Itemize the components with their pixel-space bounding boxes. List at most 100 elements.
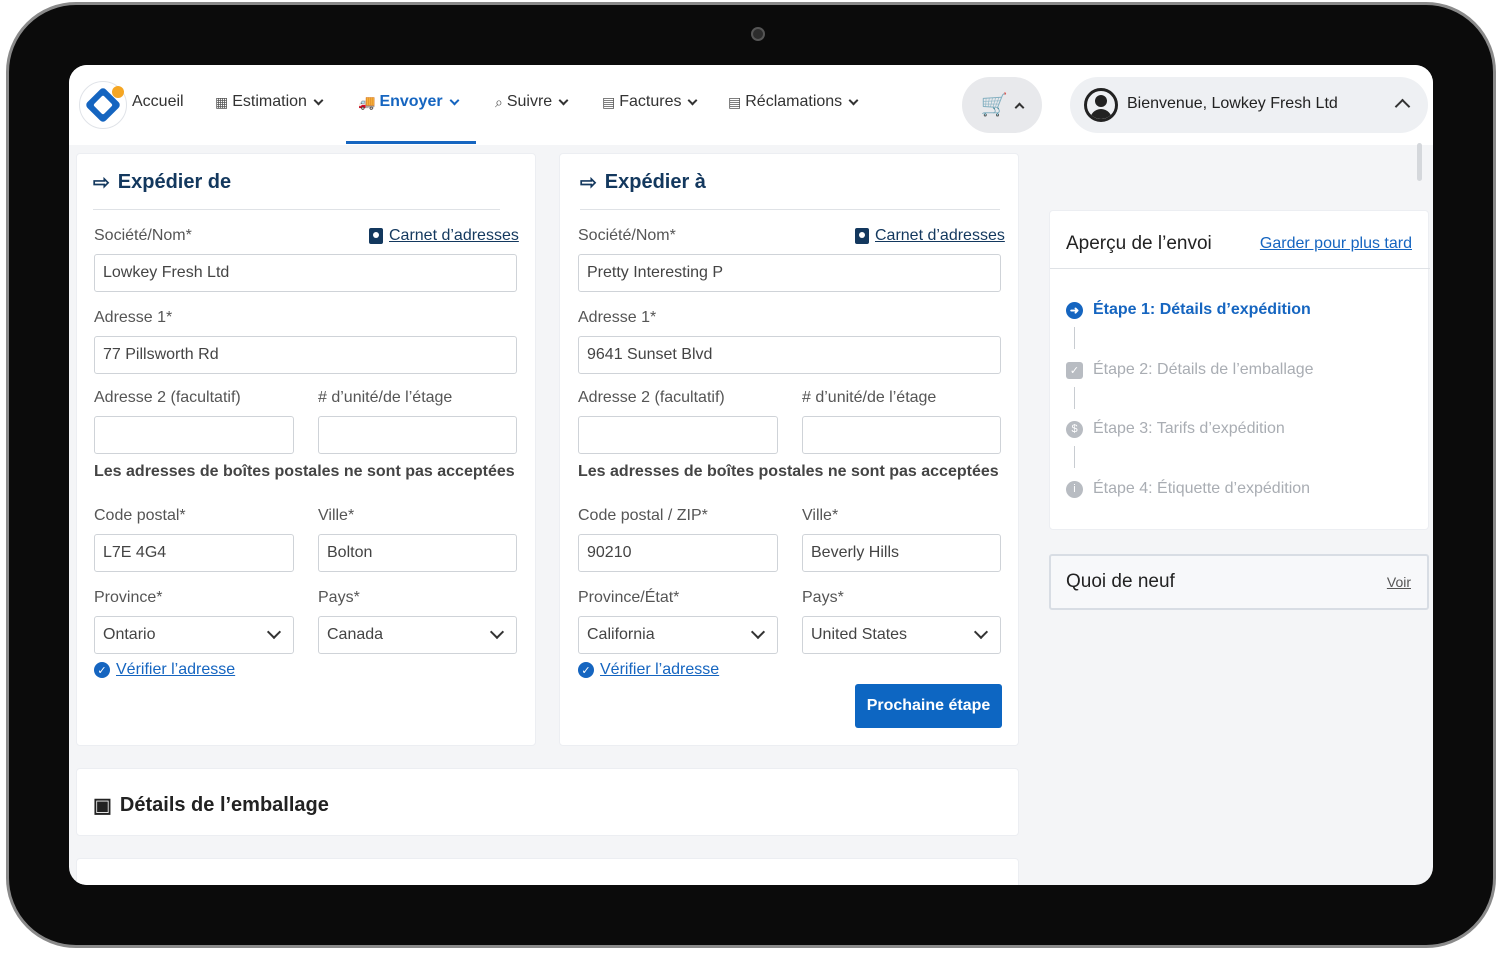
postal-input[interactable]: 90210 — [578, 534, 778, 572]
nav-invoices[interactable]: ▤ Factures — [602, 93, 698, 111]
address2-input[interactable] — [578, 416, 778, 454]
unit-label: # d’unité/de l’étage — [318, 389, 453, 406]
company-input[interactable]: Pretty Interesting P — [578, 254, 1001, 292]
postal-input[interactable]: L7E 4G4 — [94, 534, 294, 572]
ship-from-title-text: Expédier de — [117, 171, 232, 193]
scrollbar-thumb[interactable] — [1417, 143, 1422, 181]
next-section-card — [76, 858, 1019, 885]
divider — [93, 209, 500, 210]
address-book-link-text: Carnet d’adresses — [875, 227, 1005, 244]
chevron-down-icon — [973, 624, 989, 640]
company-label: Société/Nom* — [94, 227, 192, 244]
box-check-icon: ▣ — [93, 795, 112, 817]
nav-invoices-label: Factures — [619, 93, 682, 110]
invoice-icon: ▤ — [602, 93, 616, 110]
province-select[interactable]: California — [578, 616, 778, 654]
box-check-icon: ✓ — [1066, 361, 1083, 379]
whats-new-title: Quoi de neuf — [1066, 571, 1175, 592]
ship-to-card: ⇨ Expédier à Société/Nom* Carnet d’adres… — [559, 153, 1019, 746]
step-1-label: Étape 1: Détails d’expédition — [1093, 301, 1311, 318]
postal-label: Code postal* — [94, 507, 186, 524]
divider — [1050, 268, 1430, 269]
shipment-summary-card: Aperçu de l’envoi Garder pour plus tard … — [1049, 210, 1430, 530]
country-value: Canada — [327, 626, 384, 643]
active-tab-indicator — [346, 141, 476, 144]
check-circle-icon: ✓ — [94, 662, 110, 678]
step-4-label: Étape 4: Étiquette d’expédition — [1093, 480, 1311, 497]
chevron-down-icon — [558, 95, 569, 105]
chevron-down-icon — [489, 624, 505, 640]
chevron-down-icon — [313, 95, 324, 105]
country-select[interactable]: United States — [802, 616, 1001, 654]
postal-label: Code postal / ZIP* — [578, 507, 708, 524]
nav-track[interactable]: ⌕ Suivre — [495, 93, 569, 111]
nav-claims-label: Réclamations — [745, 93, 843, 110]
packaging-title-text: Détails de l’emballage — [119, 794, 329, 816]
chevron-down-icon — [266, 624, 282, 640]
nav-send-label: Envoyer — [379, 93, 443, 110]
address1-input[interactable]: 77 Pillsworth Rd — [94, 336, 517, 374]
city-input[interactable]: Beverly Hills — [802, 534, 1001, 572]
chevron-down-icon — [848, 95, 859, 105]
province-value: Ontario — [103, 626, 156, 643]
save-for-later-link[interactable]: Garder pour plus tard — [1260, 235, 1412, 253]
claim-icon: ▤ — [728, 93, 742, 110]
company-input[interactable]: Lowkey Fresh Ltd — [94, 254, 517, 292]
address1-input[interactable]: 9641 Sunset Blvd — [578, 336, 1001, 374]
address2-input[interactable] — [94, 416, 294, 454]
app-screen: Accueil ▦ Estimation 🚚 Envoyer ⌕ Suivre … — [69, 65, 1433, 885]
verify-address-text: Vérifier l’adresse — [116, 661, 236, 678]
ship-to-title: ⇨ Expédier à — [580, 170, 706, 195]
arrow-right-circle-icon: ➜ — [1066, 301, 1083, 319]
country-label: Pays* — [318, 589, 360, 606]
address1-label: Adresse 1* — [94, 309, 173, 326]
city-input[interactable]: Bolton — [318, 534, 517, 572]
step-connector — [1074, 446, 1075, 468]
next-step-button[interactable]: Prochaine étape — [855, 684, 1002, 728]
po-box-note: Les adresses de boîtes postales ne sont … — [94, 463, 515, 480]
province-value: California — [587, 626, 655, 643]
unit-input[interactable] — [802, 416, 1001, 454]
verify-address-text: Vérifier l’adresse — [600, 661, 720, 678]
step-connector — [1074, 387, 1075, 409]
verify-address-link[interactable]: ✓ Vérifier l’adresse — [94, 661, 235, 679]
unit-input[interactable] — [318, 416, 517, 454]
divider — [580, 209, 1000, 210]
logo[interactable] — [79, 81, 127, 129]
unit-label: # d’unité/de l’étage — [802, 389, 937, 406]
company-label: Société/Nom* — [578, 227, 676, 244]
verify-address-link[interactable]: ✓ Vérifier l’adresse — [578, 661, 719, 679]
address-book-link[interactable]: Carnet d’adresses — [369, 227, 519, 245]
whats-new-view-link[interactable]: Voir — [1387, 574, 1411, 590]
address1-label: Adresse 1* — [578, 309, 657, 326]
chevron-up-icon — [1014, 102, 1025, 112]
address2-label: Adresse 2 (facultatif) — [578, 389, 725, 406]
nav-estimation[interactable]: ▦ Estimation — [215, 93, 324, 111]
packaging-title: ▣ Détails de l’emballage — [93, 793, 329, 818]
nav-send[interactable]: 🚚 Envoyer — [358, 93, 460, 111]
step-2: ✓ Étape 2: Détails de l’emballage — [1066, 361, 1314, 379]
nav-track-label: Suivre — [506, 93, 553, 110]
country-select[interactable]: Canada — [318, 616, 517, 654]
user-avatar-icon — [1084, 88, 1118, 122]
nav-home[interactable]: Accueil — [132, 93, 184, 111]
truck-icon: 🚚 — [358, 93, 376, 110]
summary-title: Aperçu de l’envoi — [1066, 233, 1212, 254]
step-2-label: Étape 2: Détails de l’emballage — [1093, 361, 1314, 378]
address-book-link[interactable]: Carnet d’adresses — [855, 227, 1005, 245]
ship-from-card: ⇨ Expédier de Société/Nom* Carnet d’adre… — [76, 153, 536, 746]
step-3-label: Étape 3: Tarifs d’expédition — [1093, 420, 1285, 437]
address-book-link-text: Carnet d’adresses — [389, 227, 519, 244]
chevron-down-icon — [449, 95, 460, 105]
packaging-card[interactable]: ▣ Détails de l’emballage — [76, 768, 1019, 836]
info-circle-icon: i — [1066, 480, 1083, 498]
nav-claims[interactable]: ▤ Réclamations — [728, 93, 859, 111]
province-select[interactable]: Ontario — [94, 616, 294, 654]
cart-button[interactable]: 🛒 — [962, 77, 1042, 133]
address2-label: Adresse 2 (facultatif) — [94, 389, 241, 406]
city-label: Ville* — [318, 507, 355, 524]
step-3: $ Étape 3: Tarifs d’expédition — [1066, 420, 1285, 438]
country-value: United States — [811, 626, 908, 643]
user-menu-button[interactable]: Bienvenue, Lowkey Fresh Ltd — [1070, 77, 1428, 133]
logo-dot — [112, 86, 124, 98]
